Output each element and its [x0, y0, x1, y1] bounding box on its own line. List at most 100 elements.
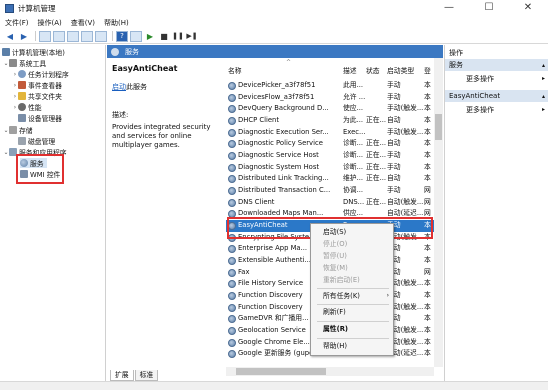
tree-item-root[interactable]: 计算机管理(本地) — [2, 47, 65, 57]
export-list-icon[interactable] — [95, 30, 107, 42]
table-row[interactable]: DevQuery Background D... 使应... 手动(触发... 本 — [226, 103, 434, 115]
menu-file[interactable]: 文件(F) — [5, 18, 29, 28]
table-row[interactable]: Distributed Transaction C... 协调... 手动 网 — [226, 185, 434, 197]
performance-icon — [18, 103, 26, 111]
tree-item-label: 任务计划程序 — [28, 71, 69, 79]
submenu-arrow-icon: › — [386, 292, 389, 299]
more-actions-easyanticheat[interactable]: 更多操作 ▸ — [445, 104, 548, 115]
tree-item-disk-management[interactable]: 磁盘管理 — [18, 136, 55, 146]
table-row[interactable]: DevicePicker_a3f78f51 此用... 手动 本 — [226, 80, 434, 92]
service-logon: 本 — [424, 255, 431, 264]
refresh-icon[interactable] — [81, 30, 93, 42]
device-manager-icon — [18, 114, 26, 122]
help-icon[interactable]: ? — [116, 30, 128, 42]
submenu-arrow-icon: ▸ — [541, 106, 545, 113]
storage-icon — [9, 126, 17, 134]
context-refresh[interactable]: 刷新(F) — [311, 306, 395, 319]
tree-item-system-tools[interactable]: ⌄ 系统工具 — [3, 58, 46, 68]
start-service-icon[interactable]: ▶ — [144, 31, 156, 42]
service-description: 诊断... — [343, 150, 364, 159]
tree-item-task-scheduler[interactable]: › 任务计划程序 — [12, 69, 69, 79]
menu-action[interactable]: 操作(A) — [38, 18, 62, 28]
service-gear-icon — [228, 175, 236, 184]
column-header-name[interactable]: 名称 — [228, 64, 242, 75]
service-logon: 本 — [424, 115, 431, 124]
tree-item-device-manager[interactable]: 设备管理器 — [18, 113, 62, 123]
column-header-startup-type[interactable]: 启动类型 — [387, 64, 414, 75]
table-row[interactable]: Diagnostic Policy Service 诊断... 正在... 自动 本 — [226, 138, 434, 150]
table-row[interactable]: DevicesFlow_a3f78f51 允许 ... 手动 本 — [226, 92, 434, 104]
context-separator — [317, 338, 389, 339]
service-status: 正在... — [366, 115, 386, 124]
actions-section-easyanticheat[interactable]: EasyAntiCheat ▴ — [445, 90, 548, 102]
context-item-label: 刷新(F) — [323, 308, 346, 316]
service-logon: 本 — [424, 150, 431, 159]
menu-view[interactable]: 查看(V) — [71, 18, 95, 28]
table-row[interactable]: Diagnostic Execution Ser... Exec... 手动(触发.… — [226, 127, 434, 139]
tab-extended[interactable]: 扩展 — [110, 370, 134, 381]
list-view-icon[interactable] — [67, 30, 79, 42]
service-logon: 本 — [424, 302, 431, 311]
service-name: DHCP Client — [238, 115, 280, 124]
context-item-label: 重新启动(E) — [323, 276, 360, 284]
actions-section-title: 服务 — [449, 61, 463, 69]
tree-item-storage[interactable]: ⌄ 存储 — [3, 125, 33, 135]
service-name: Distributed Transaction C... — [238, 185, 331, 194]
actions-section-services[interactable]: 服务 ▴ — [445, 59, 548, 71]
collapse-section-icon[interactable]: ▴ — [542, 62, 545, 69]
service-logon: 网 — [424, 267, 431, 276]
table-row[interactable]: Distributed Link Tracking... 维护... 正在... 自动… — [226, 173, 434, 185]
service-name: Diagnostic System Host — [238, 162, 320, 171]
menu-help[interactable]: 帮助(H) — [104, 18, 129, 28]
service-gear-icon — [228, 198, 236, 207]
tree-item-label: 设备管理器 — [28, 115, 62, 123]
properties-icon[interactable] — [130, 30, 142, 42]
restart-service-icon[interactable]: ▶❚ — [186, 31, 198, 42]
close-button[interactable]: ✕ — [508, 0, 548, 16]
vertical-scroll-thumb[interactable] — [435, 114, 442, 140]
table-row[interactable]: Diagnostic System Host 诊断... 正在... 手动 本 — [226, 162, 434, 174]
service-description: 诊断... — [343, 162, 364, 171]
collapse-section-icon[interactable]: ▴ — [542, 93, 545, 100]
show-hide-tree-icon[interactable] — [53, 30, 65, 42]
description-label: 描述: — [112, 111, 129, 119]
tree-item-performance[interactable]: › 性能 — [12, 102, 42, 112]
column-header-status[interactable]: 状态 — [366, 64, 380, 75]
service-description: 允许 ... — [343, 92, 365, 101]
context-properties[interactable]: 属性(R) — [311, 323, 395, 336]
service-logon: 本 — [424, 127, 431, 136]
context-help[interactable]: 帮助(H) — [311, 340, 395, 353]
column-header-logon[interactable]: 登 — [424, 64, 431, 75]
pause-service-icon[interactable]: ❚❚ — [172, 31, 184, 42]
back-icon[interactable]: ◀ — [4, 31, 16, 42]
start-service-line: 启动此服务 — [112, 82, 218, 92]
start-service-link[interactable]: 启动 — [112, 83, 126, 91]
service-name: Diagnostic Service Host — [238, 150, 319, 159]
context-resume: 恢复(M) — [311, 262, 395, 275]
service-description: Exec... — [343, 127, 365, 136]
tree-item-label: 共享文件夹 — [28, 93, 62, 101]
column-header-description[interactable]: 描述 — [343, 64, 357, 75]
tree-item-shared-folders[interactable]: › 共享文件夹 — [12, 91, 62, 101]
context-all-tasks[interactable]: 所有任务(K) › — [311, 290, 395, 303]
context-stop: 停止(O) — [311, 238, 395, 251]
service-gear-icon — [228, 326, 236, 335]
service-gear-icon — [228, 163, 236, 172]
up-folder-icon[interactable] — [39, 30, 51, 42]
table-row[interactable]: DNS Client DNS... 正在... 自动(触发... 网 — [226, 197, 434, 209]
tab-standard[interactable]: 标准 — [134, 370, 159, 381]
service-logon: 本 — [424, 290, 431, 299]
more-actions-services[interactable]: 更多操作 ▸ — [445, 73, 548, 84]
forward-icon[interactable]: ▶ — [18, 31, 30, 42]
minimize-button[interactable]: — — [429, 0, 469, 16]
context-item-label: 停止(O) — [323, 240, 348, 248]
tree-item-event-viewer[interactable]: › 事件查看器 — [12, 80, 62, 90]
context-start[interactable]: 启动(S) — [311, 226, 395, 239]
table-row[interactable]: DHCP Client 为此... 正在... 自动 本 — [226, 115, 434, 127]
vertical-scrollbar[interactable] — [434, 58, 443, 367]
stop-service-icon[interactable]: ■ — [158, 31, 170, 42]
table-row[interactable]: Diagnostic Service Host 诊断... 正在... 手动 本 — [226, 150, 434, 162]
toolbar-separator — [112, 31, 113, 41]
maximize-button[interactable]: ☐ — [469, 0, 509, 16]
service-logon: 本 — [424, 139, 431, 148]
